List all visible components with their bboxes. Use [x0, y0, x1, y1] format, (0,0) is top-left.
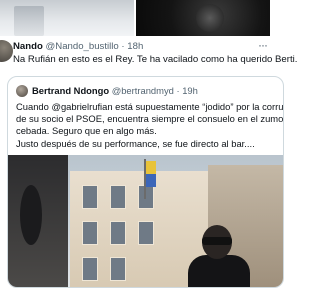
separator: · — [176, 85, 180, 96]
flag — [146, 161, 156, 187]
quoted-header: Bertrand Ndongo @bertrandmyd · 19h — [32, 85, 198, 97]
quoted-text: Cuando @gabrielrufian está supuestamente… — [16, 101, 284, 137]
building-window — [110, 257, 126, 281]
quoted-text-line: cebada. Seguro que en algo más. — [16, 125, 157, 136]
quoted-time[interactable]: 19h — [182, 85, 198, 96]
tweet-header: Nando @Nando_bustillo · 18h — [13, 41, 143, 53]
quoted-text-line: de su socio el PSOE, encuentra siempre e… — [16, 113, 284, 124]
avatar[interactable] — [0, 40, 13, 62]
quoted-text-line: Cuando @gabrielrufian está supuestamente… — [16, 101, 284, 112]
more-dots-icon[interactable]: ··· — [258, 38, 268, 52]
building-window — [82, 185, 98, 209]
building-window — [110, 185, 126, 209]
photo-person — [188, 225, 250, 287]
quoted-author-name[interactable]: Bertrand Ndongo — [32, 85, 109, 96]
sunglasses — [202, 237, 232, 245]
building-window — [82, 221, 98, 245]
previous-tweet-media[interactable] — [0, 0, 270, 36]
building-window — [138, 221, 154, 245]
person-body — [188, 255, 250, 287]
previous-media-left-image[interactable] — [0, 0, 134, 36]
author-handle[interactable]: @Nando_bustillo — [46, 41, 119, 52]
quoted-tweet-card[interactable]: Bertrand Ndongo @bertrandmyd · 19h Cuand… — [7, 76, 284, 288]
building-window — [82, 257, 98, 281]
photo-foreground-left — [8, 155, 68, 287]
quoted-author-handle[interactable]: @bertrandmyd — [112, 85, 174, 96]
tweet-time[interactable]: 18h — [127, 41, 143, 52]
author-name[interactable]: Nando — [13, 41, 43, 52]
separator: · — [121, 41, 125, 52]
previous-media-right-image[interactable] — [136, 0, 270, 36]
quoted-text-followup: Justo después de su performance, se fue … — [16, 138, 255, 149]
building-window — [110, 221, 126, 245]
tweet-text: Na Rufián en esto es el Rey. Te ha vacil… — [13, 54, 298, 65]
building-window — [138, 185, 154, 209]
street-photo-image[interactable] — [8, 155, 283, 287]
quoted-avatar[interactable] — [16, 85, 28, 97]
